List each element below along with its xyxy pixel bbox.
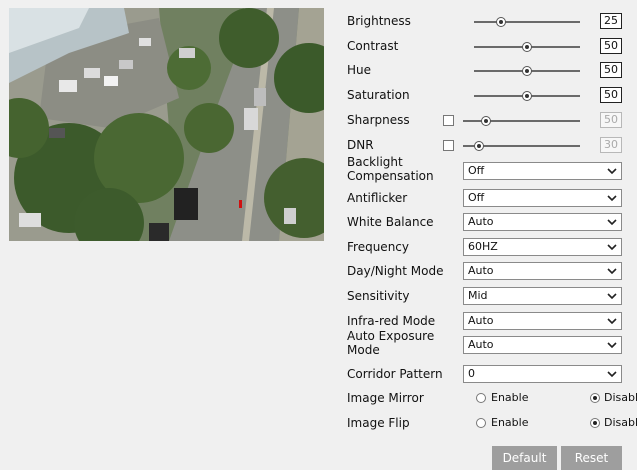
image-flip-label: Image Flip	[347, 416, 410, 430]
saturation-slider-handle[interactable]	[522, 91, 532, 101]
corridor-pattern-select[interactable]: 0	[463, 365, 622, 383]
chevron-down-icon	[606, 163, 618, 179]
day-night-mode-selected-value: Auto	[468, 264, 494, 277]
backlight-compensation-selected-value: Off	[468, 164, 485, 177]
saturation-value-input[interactable]: 50	[600, 87, 622, 103]
chevron-down-icon	[606, 366, 618, 382]
contrast-value-input[interactable]: 50	[600, 38, 622, 54]
chevron-down-icon	[606, 263, 618, 279]
auto-exposure-mode-selected-value: Auto	[468, 338, 494, 351]
image-flip-enable-radio[interactable]	[476, 418, 486, 428]
backlight-compensation-label: Backlight Compensation	[347, 155, 434, 183]
reset-button[interactable]: Reset	[561, 446, 622, 470]
sensitivity-selected-value: Mid	[468, 289, 488, 302]
brightness-label: Brightness	[347, 14, 411, 28]
image-mirror-enable-radio[interactable]	[476, 393, 486, 403]
backlight-compensation-select[interactable]: Off	[463, 162, 622, 180]
dnr-slider-handle[interactable]	[474, 141, 485, 151]
camera-preview	[9, 8, 324, 241]
hue-slider-handle[interactable]	[522, 66, 532, 76]
sharpness-checkbox[interactable]	[443, 115, 454, 126]
default-button[interactable]: Default	[492, 446, 557, 470]
dnr-label: DNR	[347, 138, 374, 152]
antiflicker-label: Antiflicker	[347, 191, 408, 205]
dnr-checkbox[interactable]	[443, 140, 454, 151]
day-night-mode-label: Day/Night Mode	[347, 264, 444, 278]
white-balance-selected-value: Auto	[468, 215, 494, 228]
image-mirror-label: Image Mirror	[347, 391, 424, 405]
image-mirror-enable-label: Enable	[491, 391, 529, 404]
brightness-value-input[interactable]: 25	[600, 13, 622, 29]
day-night-mode-select[interactable]: Auto	[463, 262, 622, 280]
image-flip-enable-label: Enable	[491, 416, 529, 429]
auto-exposure-mode-select[interactable]: Auto	[463, 336, 622, 354]
frequency-label: Frequency	[347, 240, 409, 254]
antiflicker-select[interactable]: Off	[463, 189, 622, 207]
dnr-value-input[interactable]: 30	[600, 137, 622, 153]
sensitivity-select[interactable]: Mid	[463, 287, 622, 305]
image-mirror-disable-label: Disable	[604, 391, 637, 404]
image-flip-disable-radio[interactable]	[590, 418, 600, 428]
auto-exposure-mode-label: Auto Exposure Mode	[347, 329, 435, 357]
saturation-label: Saturation	[347, 88, 410, 102]
infra-red-mode-selected-value: Auto	[468, 314, 494, 327]
chevron-down-icon	[606, 214, 618, 230]
chevron-down-icon	[606, 190, 618, 206]
white-balance-select[interactable]: Auto	[463, 213, 622, 231]
chevron-down-icon	[606, 337, 618, 353]
brightness-slider-handle[interactable]	[495, 17, 506, 27]
chevron-down-icon	[606, 288, 618, 304]
chevron-down-icon	[606, 239, 618, 255]
contrast-slider-handle[interactable]	[522, 42, 532, 52]
corridor-pattern-label: Corridor Pattern	[347, 367, 443, 381]
image-flip-disable-label: Disable	[604, 416, 637, 429]
sharpness-slider-handle[interactable]	[481, 116, 492, 126]
chevron-down-icon	[606, 313, 618, 329]
white-balance-label: White Balance	[347, 215, 434, 229]
infra-red-mode-label: Infra-red Mode	[347, 314, 436, 328]
hue-value-input[interactable]: 50	[600, 62, 622, 78]
sharpness-label: Sharpness	[347, 113, 410, 127]
infra-red-mode-select[interactable]: Auto	[463, 312, 622, 330]
frequency-selected-value: 60HZ	[468, 240, 498, 253]
brightness-slider-track[interactable]	[474, 21, 580, 23]
frequency-select[interactable]: 60HZ	[463, 238, 622, 256]
image-mirror-disable-radio[interactable]	[590, 393, 600, 403]
sensitivity-label: Sensitivity	[347, 289, 410, 303]
sharpness-value-input[interactable]: 50	[600, 112, 622, 128]
corridor-pattern-selected-value: 0	[468, 367, 475, 380]
contrast-label: Contrast	[347, 39, 399, 53]
antiflicker-selected-value: Off	[468, 191, 485, 204]
hue-label: Hue	[347, 63, 372, 77]
